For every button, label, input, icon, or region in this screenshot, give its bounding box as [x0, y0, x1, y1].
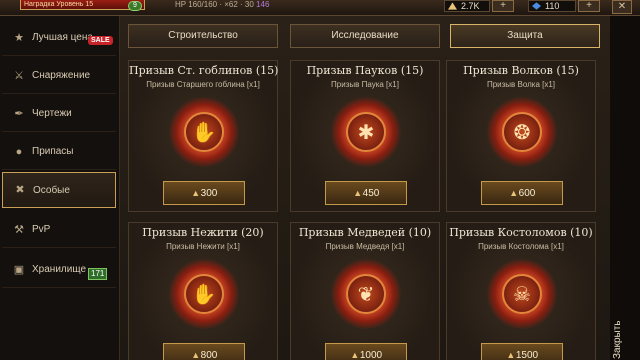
skull-icon: ☠	[502, 274, 542, 314]
price-value: 800	[200, 350, 218, 360]
shop-panel: Строительство Исследование Защита Призыв…	[120, 16, 610, 360]
gem-amount: 110	[545, 1, 560, 11]
card-title: Призыв Волков (15)	[463, 64, 579, 77]
card-subtitle: Призыв Медведя [x1]	[325, 242, 405, 251]
sidebar-item-supplies[interactable]: ● Припасы	[2, 134, 116, 170]
shop-card-spiders[interactable]: Призыв Пауков (15) Призыв Паука [x1] ✱ ▲…	[290, 60, 440, 212]
shop-card-undead[interactable]: Призыв Нежити (20) Призыв Нежити [x1] ✋ …	[128, 222, 278, 360]
shop-card-wolves[interactable]: Призыв Волков (15) Призыв Волка [x1] ❂ ▲…	[446, 60, 596, 212]
card-title: Призыв Медведей (10)	[298, 226, 432, 239]
gem-counter: 110	[528, 0, 576, 12]
sidebar-item-label: Лучшая цена	[32, 32, 93, 43]
sidebar-item-label: Чертежи	[32, 108, 72, 119]
bear-paw-icon: ❦	[346, 274, 386, 314]
gold-pile-icon: ▲	[191, 188, 201, 198]
gold-pile-icon: ▲	[506, 350, 516, 360]
gold-pile-icon: ▲	[353, 188, 363, 198]
tab-research[interactable]: Исследование	[290, 24, 440, 48]
price-value: 1000	[359, 350, 383, 360]
shop-sidebar: ★ Лучшая цена ⚔ Снаряжение ✒ Чертежи ● П…	[0, 16, 120, 360]
wolf-icon: ❂	[502, 112, 542, 152]
goblin-claw-icon: ✋	[184, 112, 224, 152]
sidebar-item-label: Снаряжение	[32, 70, 91, 81]
meat-icon: ●	[15, 145, 23, 158]
stats-text: HP 160/160 · ×62 ·	[175, 0, 245, 9]
card-title: Призыв Пауков (15)	[306, 64, 424, 77]
sidebar-item-label: Особые	[33, 184, 70, 196]
add-gold-button[interactable]: +	[492, 0, 514, 12]
buy-button[interactable]: ▲1500	[481, 343, 563, 360]
stat-a: 30	[244, 0, 254, 9]
gold-counter: 2.7K	[444, 0, 490, 12]
sidebar-item-special[interactable]: ✖ Особые	[2, 172, 116, 208]
storage-count-badge: 171	[88, 268, 108, 280]
card-title: Призыв Нежити (20)	[142, 226, 264, 239]
price-value: 1500	[515, 350, 539, 360]
chest-icon: ▣	[13, 263, 25, 276]
add-gems-button[interactable]: +	[578, 0, 600, 12]
stat-b: 146	[256, 0, 270, 9]
card-subtitle: Призыв Старшего гоблина [x1]	[146, 80, 260, 89]
sidebar-item-label: Хранилище	[32, 264, 86, 275]
close-side-panel[interactable]: Закрыть	[610, 16, 640, 360]
buy-button[interactable]: ▲300	[163, 181, 245, 205]
price-value: 300	[200, 188, 218, 199]
player-stats: HP 160/160 · ×62 · 30 146	[175, 0, 269, 9]
buy-button[interactable]: ▲800	[163, 343, 245, 360]
price-value: 450	[362, 188, 380, 199]
buy-button[interactable]: ▲450	[325, 181, 407, 205]
buy-button[interactable]: ▲1000	[325, 343, 407, 360]
tab-defense[interactable]: Защита	[450, 24, 600, 48]
gem-icon	[532, 2, 541, 10]
gold-amount: 2.7K	[461, 1, 480, 11]
card-title: Призыв Ст. гоблинов (15)	[129, 64, 279, 77]
card-subtitle: Призыв Нежити [x1]	[166, 242, 240, 251]
gold-pile-icon: ▲	[191, 350, 201, 360]
category-tabs: Строительство Исследование Защита	[128, 22, 602, 52]
price-value: 600	[518, 188, 536, 199]
sidebar-item-equipment[interactable]: ⚔ Снаряжение	[2, 58, 116, 94]
sidebar-item-pvp[interactable]: ⚒ PvP	[2, 212, 116, 248]
sword-icon: ⚒	[14, 223, 24, 236]
sale-badge: SALE	[88, 36, 113, 45]
card-subtitle: Призыв Костолома [x1]	[478, 242, 564, 251]
tools-icon: ✖	[15, 184, 25, 196]
card-title: Призыв Костоломов (10)	[449, 226, 593, 239]
buy-button[interactable]: ▲600	[481, 181, 563, 205]
shop-card-bears[interactable]: Призыв Медведей (10) Призыв Медведя [x1]…	[290, 222, 440, 360]
shop-card-goblins[interactable]: Призыв Ст. гоблинов (15) Призыв Старшего…	[128, 60, 278, 212]
level-badge: 9	[128, 1, 142, 11]
sidebar-item-label: PvP	[32, 224, 51, 235]
gold-pile-icon: ▲	[350, 350, 360, 360]
gold-pile-icon: ▲	[509, 188, 519, 198]
card-subtitle: Призыв Паука [x1]	[331, 80, 399, 89]
star-icon: ★	[14, 31, 24, 44]
shop-card-bonebreakers[interactable]: Призыв Костоломов (10) Призыв Костолома …	[446, 222, 596, 360]
bone-hand-icon: ✋	[184, 274, 224, 314]
spider-icon: ✱	[346, 112, 386, 152]
tab-construction[interactable]: Строительство	[128, 24, 278, 48]
close-label[interactable]: Закрыть	[612, 320, 638, 360]
crossed-swords-icon: ⚔	[14, 69, 24, 82]
quest-banner[interactable]: Наградка Уровень 15	[20, 0, 145, 10]
close-window-button[interactable]: ✕	[612, 0, 632, 14]
gold-pile-icon	[448, 2, 457, 10]
card-subtitle: Призыв Волка [x1]	[486, 80, 556, 89]
quill-icon: ✒	[14, 107, 24, 120]
sidebar-item-blueprints[interactable]: ✒ Чертежи	[2, 96, 116, 132]
sidebar-item-label: Припасы	[32, 146, 74, 157]
top-status-bar: Наградка Уровень 15 9 HP 160/160 · ×62 ·…	[0, 0, 640, 16]
